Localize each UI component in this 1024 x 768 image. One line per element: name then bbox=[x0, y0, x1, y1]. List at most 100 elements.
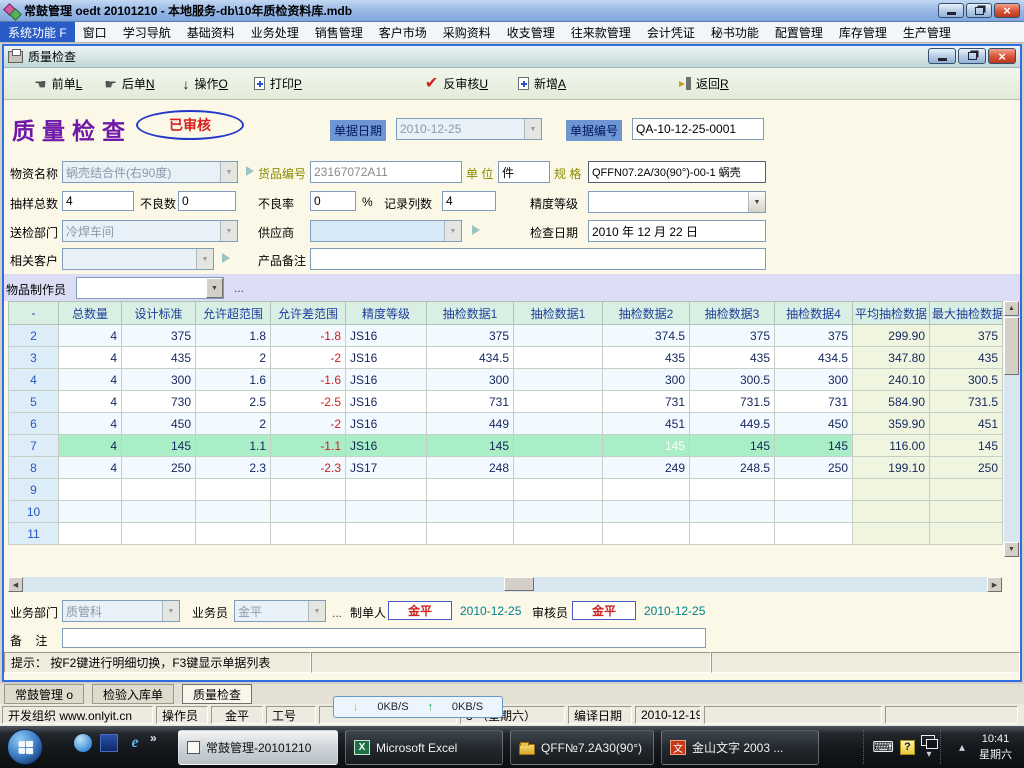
grid-cell[interactable]: 4 bbox=[59, 457, 122, 479]
menu-item-5[interactable]: 销售管理 bbox=[307, 22, 371, 42]
grid-row-number[interactable]: 9 bbox=[9, 479, 59, 501]
chevron-down-icon[interactable] bbox=[206, 278, 223, 298]
grid-cell[interactable]: 4 bbox=[59, 369, 122, 391]
grid-column-header[interactable]: 总数量 bbox=[59, 302, 122, 325]
grid-row-number[interactable]: 2 bbox=[9, 325, 59, 347]
menu-item-14[interactable]: 生产管理 bbox=[895, 22, 959, 42]
grid-cell[interactable] bbox=[930, 523, 1003, 545]
unit-input[interactable]: 件 bbox=[498, 161, 550, 183]
grid-cell[interactable] bbox=[427, 523, 514, 545]
doc-restore-button[interactable] bbox=[958, 48, 986, 64]
item-maker-combo[interactable] bbox=[76, 277, 224, 299]
grid-cell[interactable]: 300.5 bbox=[690, 369, 775, 391]
grid-cell[interactable]: 375 bbox=[427, 325, 514, 347]
grid-cell[interactable]: 2 bbox=[196, 347, 271, 369]
grid-cell[interactable]: -2 bbox=[271, 347, 346, 369]
grid-cell[interactable]: 731 bbox=[603, 391, 690, 413]
menu-item-11[interactable]: 秘书功能 bbox=[703, 22, 767, 42]
grid-cell[interactable] bbox=[59, 479, 122, 501]
grid-cell[interactable] bbox=[514, 523, 603, 545]
next-doc-button[interactable]: ☛ 后单N bbox=[100, 73, 158, 94]
grid-row-number[interactable]: 3 bbox=[9, 347, 59, 369]
grid-cell[interactable] bbox=[514, 413, 603, 435]
menu-item-1[interactable]: 窗口 bbox=[75, 22, 115, 42]
biz-dept-combo[interactable]: 质管科 bbox=[62, 600, 180, 622]
grid-cell[interactable] bbox=[514, 501, 603, 523]
scroll-up-icon[interactable]: ▲ bbox=[1004, 301, 1019, 316]
grid-row-number[interactable]: 5 bbox=[9, 391, 59, 413]
grid-cell[interactable] bbox=[690, 479, 775, 501]
grid-cell[interactable]: 300 bbox=[122, 369, 196, 391]
check-date-input[interactable]: 2010 年 12 月 22 日 bbox=[588, 220, 766, 242]
grid-column-header[interactable]: 设计标准 bbox=[122, 302, 196, 325]
material-name-combo[interactable]: 蜗壳结合件(右90度) bbox=[62, 161, 238, 183]
scroll-right-icon[interactable]: ▶ bbox=[987, 577, 1002, 592]
grid-cell[interactable]: 731.5 bbox=[930, 391, 1003, 413]
operate-button[interactable]: ↓ 操作O bbox=[179, 73, 232, 94]
grid-cell[interactable] bbox=[690, 523, 775, 545]
grid-cell[interactable]: 375 bbox=[690, 325, 775, 347]
grid-cell[interactable] bbox=[59, 523, 122, 545]
customer-detail-arrow-icon[interactable] bbox=[222, 253, 230, 263]
grid-cell[interactable] bbox=[853, 479, 930, 501]
grid-column-header[interactable]: 精度等级 bbox=[346, 302, 427, 325]
restore-button[interactable] bbox=[966, 3, 992, 18]
supplier-detail-arrow-icon[interactable] bbox=[472, 225, 480, 235]
grid-cell[interactable]: 435 bbox=[122, 347, 196, 369]
grid-cell[interactable] bbox=[930, 479, 1003, 501]
grid-cell[interactable]: -1.8 bbox=[271, 325, 346, 347]
taskbar-clock[interactable]: 10:41 星期六 bbox=[979, 731, 1012, 764]
add-button[interactable]: 新增A bbox=[514, 73, 570, 94]
taskbar-task-0[interactable]: 常鼓管理-20101210 bbox=[178, 730, 338, 765]
grid-cell[interactable]: 450 bbox=[775, 413, 853, 435]
grid-cell[interactable] bbox=[514, 369, 603, 391]
grid-cell[interactable] bbox=[775, 523, 853, 545]
grid-cell[interactable] bbox=[196, 523, 271, 545]
grid-cell[interactable] bbox=[346, 501, 427, 523]
grid-column-header[interactable]: 抽检数据1 bbox=[514, 302, 603, 325]
grid-cell[interactable] bbox=[690, 501, 775, 523]
grid-cell[interactable]: 584.90 bbox=[853, 391, 930, 413]
minimize-button[interactable] bbox=[938, 3, 964, 18]
defect-count-input[interactable]: 0 bbox=[178, 191, 236, 211]
grid-cell[interactable] bbox=[603, 523, 690, 545]
chevron-down-icon[interactable] bbox=[444, 221, 461, 241]
grid-cell[interactable]: 250 bbox=[930, 457, 1003, 479]
menu-item-0[interactable]: 系统功能 F bbox=[0, 22, 75, 42]
grid-row-number[interactable]: 10 bbox=[9, 501, 59, 523]
horizontal-scroll-thumb[interactable] bbox=[504, 577, 534, 591]
grid-row-number[interactable]: 7 bbox=[9, 435, 59, 457]
grid-cell[interactable]: 299.90 bbox=[853, 325, 930, 347]
grid-cell[interactable] bbox=[775, 501, 853, 523]
grid-cell[interactable]: JS16 bbox=[346, 435, 427, 457]
grid-row-number[interactable]: 8 bbox=[9, 457, 59, 479]
grid-cell[interactable]: 145 bbox=[603, 435, 690, 457]
grid-cell[interactable] bbox=[514, 325, 603, 347]
grid-cell[interactable] bbox=[603, 479, 690, 501]
item-maker-more[interactable]: ... bbox=[234, 281, 244, 295]
grid-cell[interactable]: 300.5 bbox=[930, 369, 1003, 391]
grid-cell[interactable] bbox=[122, 523, 196, 545]
help-icon[interactable] bbox=[900, 740, 915, 755]
grid-cell[interactable]: 375 bbox=[775, 325, 853, 347]
grid-cell[interactable]: 145 bbox=[122, 435, 196, 457]
grid-cell[interactable]: 145 bbox=[775, 435, 853, 457]
grid-cell[interactable] bbox=[122, 501, 196, 523]
grid-cell[interactable]: 1.6 bbox=[196, 369, 271, 391]
prev-doc-button[interactable]: ☚ 前单L bbox=[30, 73, 86, 94]
menu-item-2[interactable]: 学习导航 bbox=[115, 22, 179, 42]
grid-cell[interactable] bbox=[514, 479, 603, 501]
grid-cell[interactable]: 250 bbox=[775, 457, 853, 479]
grid-cell[interactable] bbox=[514, 391, 603, 413]
grid-cell[interactable]: 359.90 bbox=[853, 413, 930, 435]
grid-cell[interactable]: 1.1 bbox=[196, 435, 271, 457]
grid-cell[interactable] bbox=[271, 523, 346, 545]
grid-column-header[interactable]: 允许差范围 bbox=[271, 302, 346, 325]
grid-cell[interactable]: 450 bbox=[122, 413, 196, 435]
menu-item-7[interactable]: 采购资料 bbox=[435, 22, 499, 42]
grid-cell[interactable] bbox=[930, 501, 1003, 523]
cascade-windows-icon[interactable] bbox=[921, 735, 935, 746]
grid-cell[interactable]: 300 bbox=[427, 369, 514, 391]
precision-combo[interactable] bbox=[588, 191, 766, 213]
doc-tab-1[interactable]: 检验入库单 bbox=[92, 684, 174, 704]
